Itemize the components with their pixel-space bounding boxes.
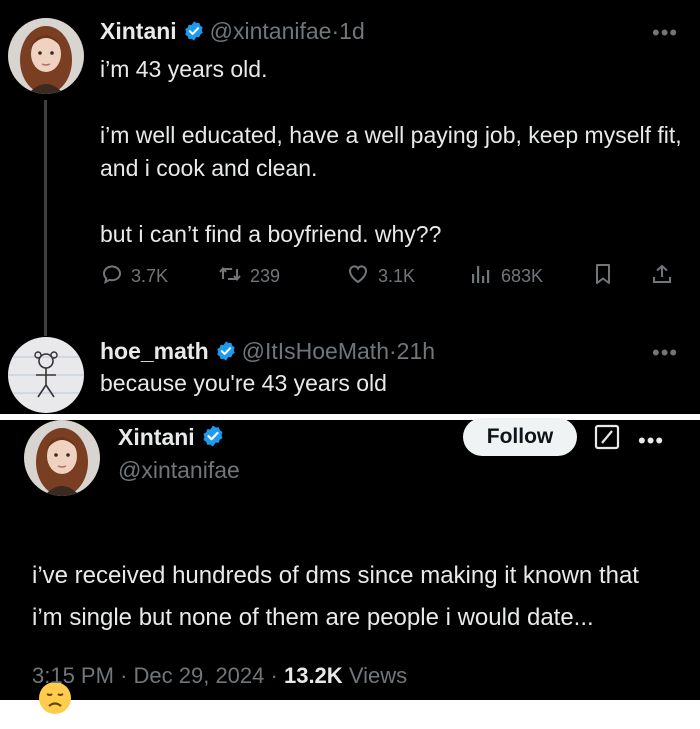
- tweet-action-bar: 3.7K 239 3.1K 683K: [100, 262, 690, 294]
- reply-time[interactable]: 21h: [397, 338, 435, 364]
- display-name[interactable]: hoe_math: [100, 338, 209, 364]
- more-horizontal-icon[interactable]: •••: [652, 342, 678, 364]
- avatar[interactable]: [8, 337, 84, 413]
- views-button[interactable]: 683K: [468, 262, 543, 291]
- tweet-timestamp[interactable]: 3:15 PM: [32, 663, 114, 688]
- avatar[interactable]: [24, 420, 100, 496]
- tweet-text: i’ve received hundreds of dms since maki…: [32, 513, 672, 729]
- reply-count: 3.7K: [131, 266, 169, 286]
- bookmark-icon: [592, 262, 621, 291]
- thread-screenshot-panel: Xintani @xintanifae·1d ••• i’m 43 years o…: [0, 0, 700, 414]
- user-handle[interactable]: @ItIsHoeMath: [242, 338, 389, 364]
- reply-button[interactable]: 3.7K: [100, 262, 168, 291]
- tweet-body: i’ve received hundreds of dms since maki…: [32, 562, 639, 631]
- views-label: Views: [348, 663, 408, 688]
- tweet-text: i’m 43 years old. i’m well educated, hav…: [100, 56, 682, 247]
- share-button[interactable]: [650, 262, 681, 291]
- user-handle[interactable]: @xintanifae: [118, 456, 240, 484]
- tweet-header: Xintani @xintanifae·1d: [100, 17, 365, 48]
- tweet-metadata: 3:15 PM · Dec 29, 2024 · 13.2K Views: [32, 663, 407, 689]
- separator-dot: ·: [388, 338, 397, 364]
- verified-badge-icon[interactable]: [201, 424, 225, 454]
- thread-connector-line: [44, 100, 47, 336]
- views-count[interactable]: 13.2K: [284, 663, 343, 688]
- more-horizontal-icon[interactable]: •••: [652, 22, 678, 44]
- views-count: 683K: [501, 266, 544, 286]
- verified-badge-icon[interactable]: [183, 20, 205, 48]
- separator-dot: ·: [270, 663, 278, 688]
- like-button[interactable]: 3.1K: [345, 262, 415, 291]
- grok-icon[interactable]: [594, 424, 620, 455]
- tweet-time[interactable]: 1d: [339, 18, 365, 44]
- repost-count: 239: [250, 266, 281, 286]
- heart-icon: [345, 262, 378, 291]
- reply-header: hoe_math @ItIsHoeMath·21h: [100, 337, 435, 368]
- display-name[interactable]: Xintani: [100, 18, 177, 44]
- avatar[interactable]: [8, 18, 84, 94]
- reply-icon: [100, 262, 131, 291]
- author-name-row: Xintani: [118, 423, 230, 454]
- analytics-bar-icon: [468, 262, 501, 291]
- tweet-date[interactable]: Dec 29, 2024: [134, 663, 265, 688]
- like-count: 3.1K: [378, 266, 416, 286]
- user-handle[interactable]: @xintanifae: [210, 18, 332, 44]
- bookmark-button[interactable]: [592, 262, 621, 291]
- display-name[interactable]: Xintani: [118, 424, 195, 450]
- share-icon: [650, 262, 681, 291]
- repost-icon: [217, 262, 250, 291]
- verified-badge-icon[interactable]: [215, 340, 237, 368]
- separator-dot: ·: [120, 663, 128, 688]
- repost-button[interactable]: 239: [217, 262, 280, 291]
- more-horizontal-icon[interactable]: •••: [638, 430, 664, 452]
- follow-button[interactable]: Follow: [463, 418, 577, 456]
- reply-text: because you're 43 years old: [100, 370, 387, 396]
- separator-dot: ·: [331, 18, 340, 44]
